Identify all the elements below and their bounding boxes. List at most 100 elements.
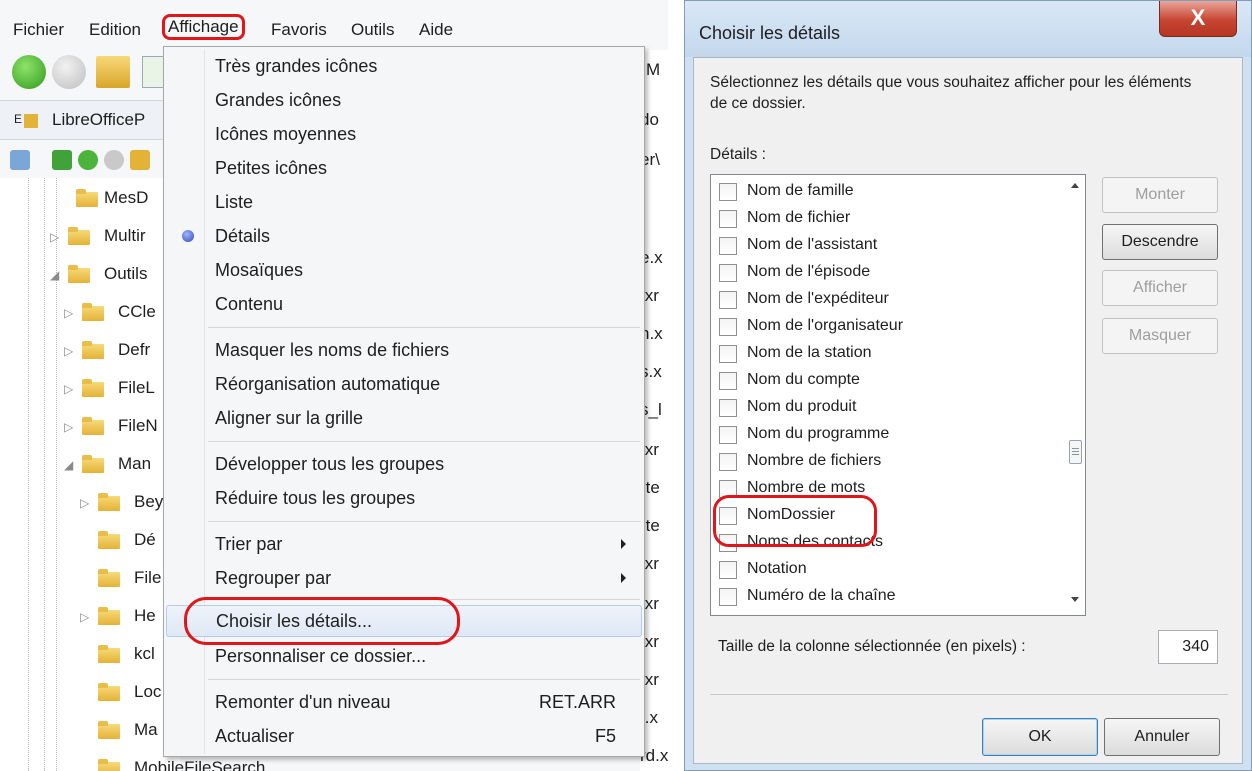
menu-item-remonter-niveau[interactable]: Remonter d'un niveau RET.ARR bbox=[166, 687, 642, 719]
menu-edition[interactable]: Edition bbox=[86, 18, 144, 42]
checkbox[interactable] bbox=[719, 264, 737, 282]
refresh-icon[interactable] bbox=[52, 150, 72, 170]
list-scrollbar[interactable] bbox=[1065, 175, 1085, 615]
choisir-details-dialog: Choisir les détails X Sélectionnez les d… bbox=[684, 0, 1252, 771]
checkbox[interactable] bbox=[719, 183, 737, 201]
tree-item-label: Defr bbox=[118, 340, 151, 359]
cancel-button[interactable]: Annuler bbox=[1104, 718, 1220, 756]
scroll-up-icon[interactable] bbox=[1071, 183, 1079, 188]
list-item[interactable]: Nom de l'organisateur bbox=[719, 314, 1059, 340]
map-icon[interactable] bbox=[10, 150, 30, 170]
scroll-down-icon[interactable] bbox=[1071, 597, 1079, 602]
collapse-arrow-icon[interactable]: ◢ bbox=[64, 458, 73, 472]
ok-button[interactable]: OK bbox=[982, 718, 1098, 756]
checkbox[interactable] bbox=[719, 588, 737, 606]
checkbox[interactable] bbox=[719, 291, 737, 309]
list-item[interactable]: Nom de famille bbox=[719, 179, 1059, 205]
dialog-description: Sélectionnez les détails que vous souhai… bbox=[710, 74, 1192, 112]
list-item[interactable]: Nom du programme bbox=[719, 422, 1059, 448]
menu-item-reorganisation[interactable]: Réorganisation automatique bbox=[166, 369, 642, 401]
details-list[interactable]: Nom de famille Nom de fichier Nom de l'a… bbox=[710, 174, 1086, 616]
expand-arrow-icon[interactable]: ▷ bbox=[80, 496, 89, 510]
list-item[interactable]: Nom de fichier bbox=[719, 206, 1059, 232]
checkbox[interactable] bbox=[719, 210, 737, 228]
menu-item-personnaliser-dossier[interactable]: Personnaliser ce dossier... bbox=[166, 641, 642, 673]
address-bar[interactable]: E LibreOfficeP bbox=[0, 100, 180, 140]
menu-item-label: Développer tous les groupes bbox=[215, 454, 445, 474]
menu-item-icones-moyennes[interactable]: Icônes moyennes bbox=[166, 119, 642, 151]
menu-item-label: Détails bbox=[215, 226, 271, 246]
list-item-label: Nom du programme bbox=[747, 425, 890, 442]
list-item[interactable]: Nombre de fichiers bbox=[719, 449, 1059, 475]
scroll-thumb[interactable] bbox=[1069, 440, 1082, 464]
file-name[interactable]: M bbox=[646, 60, 660, 80]
menu-fichier[interactable]: Fichier bbox=[10, 18, 67, 42]
menu-item-mosaiques[interactable]: Mosaïques bbox=[166, 255, 642, 287]
menu-outils[interactable]: Outils bbox=[348, 18, 397, 42]
up-small-icon[interactable] bbox=[130, 150, 150, 170]
menu-item-grandes-icones[interactable]: Grandes icônes bbox=[166, 85, 642, 117]
menu-item-label: Mosaïques bbox=[215, 260, 304, 280]
menu-item-masquer-noms[interactable]: Masquer les noms de fichiers bbox=[166, 335, 642, 367]
list-item[interactable]: Nom de l'assistant bbox=[719, 233, 1059, 259]
expand-arrow-icon[interactable]: ▷ bbox=[64, 420, 73, 434]
list-item[interactable]: Nom du compte bbox=[719, 368, 1059, 394]
close-button[interactable]: X bbox=[1159, 1, 1237, 37]
checkbox[interactable] bbox=[719, 426, 737, 444]
checkbox[interactable] bbox=[719, 345, 737, 363]
forward-small-icon[interactable] bbox=[104, 150, 124, 170]
list-item[interactable]: Notation bbox=[719, 557, 1059, 583]
menu-item-shortcut: F5 bbox=[594, 726, 616, 746]
forward-icon[interactable] bbox=[52, 55, 86, 89]
folder-up-icon[interactable] bbox=[96, 56, 130, 88]
monter-button[interactable]: Monter bbox=[1102, 177, 1218, 213]
afficher-button[interactable]: Afficher bbox=[1102, 270, 1218, 306]
checkbox[interactable] bbox=[719, 453, 737, 471]
menu-item-label: Regrouper par bbox=[215, 568, 332, 588]
menu-item-aligner-grille[interactable]: Aligner sur la grille bbox=[166, 403, 642, 435]
expand-arrow-icon[interactable]: ▷ bbox=[64, 344, 73, 358]
expand-arrow-icon[interactable]: ▷ bbox=[50, 230, 59, 244]
menu-item-petites-icones[interactable]: Petites icônes bbox=[166, 153, 642, 185]
descendre-button[interactable]: Descendre bbox=[1102, 224, 1218, 260]
expand-arrow-icon[interactable]: ▷ bbox=[64, 306, 73, 320]
menu-affichage[interactable]: Affichage bbox=[162, 14, 245, 40]
list-item[interactable]: Nom du produit bbox=[719, 395, 1059, 421]
checkbox[interactable] bbox=[719, 399, 737, 417]
back-small-icon[interactable] bbox=[78, 150, 98, 170]
column-size-input[interactable]: 340 bbox=[1158, 630, 1218, 664]
menu-favoris[interactable]: Favoris bbox=[268, 18, 330, 42]
back-icon[interactable] bbox=[12, 55, 46, 89]
menu-item-details[interactable]: Détails bbox=[166, 221, 642, 253]
masquer-button[interactable]: Masquer bbox=[1102, 318, 1218, 354]
list-item[interactable]: Nom de l'épisode bbox=[719, 260, 1059, 286]
menu-item-reduire-groupes[interactable]: Réduire tous les groupes bbox=[166, 483, 642, 515]
menu-item-label: Masquer les noms de fichiers bbox=[215, 340, 450, 360]
menu-item-contenu[interactable]: Contenu bbox=[166, 289, 642, 321]
list-item-label: Nom de famille bbox=[747, 182, 854, 199]
list-item[interactable]: Numéro de la chaîne bbox=[719, 584, 1059, 610]
expand-arrow-icon[interactable]: ▷ bbox=[80, 610, 89, 624]
list-item-label: Numéro de la chaîne bbox=[747, 587, 896, 604]
checkbox[interactable] bbox=[719, 318, 737, 336]
menu-item-developper-groupes[interactable]: Développer tous les groupes bbox=[166, 449, 642, 481]
expand-arrow-icon[interactable]: ▷ bbox=[64, 382, 73, 396]
list-item-label: Nom du produit bbox=[747, 398, 857, 415]
folder-icon bbox=[98, 645, 120, 663]
menu-aide[interactable]: Aide bbox=[416, 18, 456, 42]
menu-item-trier-par[interactable]: Trier par bbox=[166, 529, 642, 561]
tree-item-mobilefilesearch[interactable]: MobileFileSearch bbox=[80, 756, 265, 771]
list-item[interactable]: Nom de l'expéditeur bbox=[719, 287, 1059, 313]
checkbox[interactable] bbox=[719, 237, 737, 255]
list-item[interactable]: Nom de la station bbox=[719, 341, 1059, 367]
folder-icon bbox=[82, 379, 104, 397]
collapse-arrow-icon[interactable]: ◢ bbox=[50, 268, 59, 282]
menu-item-regrouper-par[interactable]: Regrouper par bbox=[166, 563, 642, 595]
menu-item-liste[interactable]: Liste bbox=[166, 187, 642, 219]
tree-item-multir[interactable]: ▷ Multir bbox=[50, 224, 180, 254]
menu-item-actualiser[interactable]: Actualiser F5 bbox=[166, 721, 642, 753]
menu-item-tres-grandes-icones[interactable]: Très grandes icônes bbox=[166, 51, 642, 83]
tree-item-outils[interactable]: ◢ Outils bbox=[50, 262, 180, 292]
checkbox[interactable] bbox=[719, 372, 737, 390]
checkbox[interactable] bbox=[719, 561, 737, 579]
